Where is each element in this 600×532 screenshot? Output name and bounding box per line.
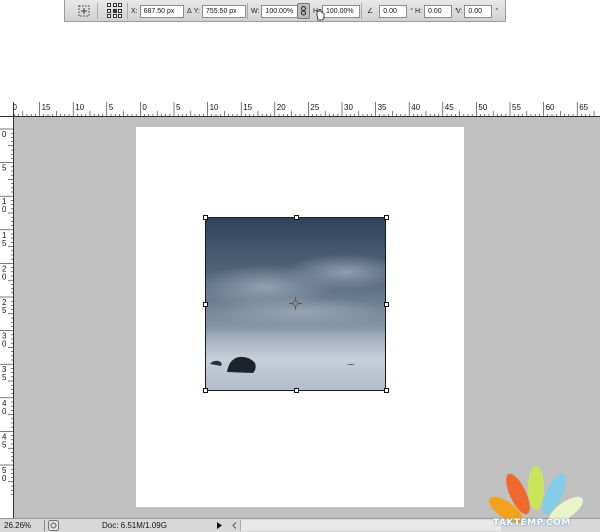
horizontal-scrollbar[interactable] xyxy=(240,520,501,531)
rotate-degree-unit: ° xyxy=(410,7,414,15)
ruler-origin[interactable] xyxy=(0,102,14,117)
transform-handle-middle-left[interactable] xyxy=(203,302,208,307)
ruler-left-label: 5 xyxy=(2,306,7,315)
ruler-top-label: 15 xyxy=(243,103,252,112)
ruler-top-label: 5 xyxy=(176,103,181,112)
ruler-left-label: 5 xyxy=(2,440,7,449)
ruler-top-label: 15 xyxy=(42,103,51,112)
link-icon[interactable] xyxy=(297,3,310,19)
vertical-ruler[interactable]: 05101520253035404550 xyxy=(0,117,14,518)
separator xyxy=(127,3,128,19)
horizontal-ruler[interactable]: 101510505101520253035404550556065 xyxy=(0,102,600,117)
ruler-top-label: 65 xyxy=(579,103,588,112)
transform-handle-top-right[interactable] xyxy=(384,215,389,220)
ruler-top-label: 10 xyxy=(75,103,84,112)
ruler-top-label: 45 xyxy=(445,103,454,112)
rotate-icon: ∠ xyxy=(367,8,374,15)
skew-v-field[interactable]: 0.00 xyxy=(464,4,493,18)
ruler-top-label: 25 xyxy=(310,103,319,112)
delta-icon: Δ xyxy=(187,7,192,15)
ruler-left-label: 5 xyxy=(2,239,7,248)
move-tool-icon[interactable] xyxy=(77,4,91,18)
rotate-field[interactable]: 0.00 xyxy=(379,4,408,18)
ruler-top-label: 0 xyxy=(142,103,147,112)
ruler-top-label: 35 xyxy=(378,103,387,112)
y-position-field[interactable]: 755.50 px xyxy=(201,4,246,18)
transform-handle-bottom-right[interactable] xyxy=(384,388,389,393)
transform-options-bar: X: 687.50 px Δ Y: 755.50 px W: 100.00% H… xyxy=(64,0,506,22)
ruler-left-label: 0 xyxy=(2,130,7,139)
ruler-top-label: 40 xyxy=(411,103,420,112)
document-size: Doc: 6.51M/1.09G xyxy=(102,521,167,530)
ruler-left-label: 0 xyxy=(2,272,7,281)
ruler-top-label: 10 xyxy=(210,103,219,112)
x-label: X: xyxy=(131,7,138,15)
ruler-top-label: 5 xyxy=(109,103,114,112)
separator xyxy=(44,520,45,531)
ruler-top-label: 20 xyxy=(277,103,286,112)
height-percent-field[interactable]: 100.00% xyxy=(322,4,360,18)
ruler-top-label: 30 xyxy=(344,103,353,112)
transform-handle-top-center[interactable] xyxy=(294,215,299,220)
ruler-top-label: 55 xyxy=(512,103,521,112)
ruler-top-label: 50 xyxy=(478,103,487,112)
watermark-text: TAKTEMP.COM xyxy=(493,518,571,528)
w-label: W: xyxy=(251,7,260,15)
transform-handle-middle-right[interactable] xyxy=(384,302,389,307)
ruler-top-label: 60 xyxy=(546,103,555,112)
zoom-level[interactable]: 26.26% xyxy=(4,521,31,530)
ruler-left-label: 0 xyxy=(2,474,7,483)
skew-v-label: V: xyxy=(456,7,463,15)
skew-v-degree-unit: ° xyxy=(495,7,499,15)
scroll-left-icon[interactable] xyxy=(230,521,239,530)
x-position-field[interactable]: 687.50 px xyxy=(139,4,184,18)
separator xyxy=(361,3,362,19)
ruler-left-label: 0 xyxy=(2,407,7,416)
ruler-left-label: 0 xyxy=(2,205,7,214)
ruler-left-label: 5 xyxy=(2,164,7,173)
skew-h-field[interactable]: 0.00 xyxy=(424,4,452,18)
transform-handle-top-left[interactable] xyxy=(203,215,208,220)
skew-h-label: H: xyxy=(415,7,422,15)
separator xyxy=(247,3,248,19)
width-percent-field[interactable]: 100.00% xyxy=(261,4,300,18)
transform-handle-bottom-center[interactable] xyxy=(294,388,299,393)
document-profile-icon[interactable] xyxy=(48,520,59,531)
pivot-crosshair-icon[interactable] xyxy=(289,297,302,310)
ruler-left-label: 0 xyxy=(2,340,7,349)
status-menu-arrow-icon[interactable] xyxy=(215,521,224,530)
transform-handle-bottom-left[interactable] xyxy=(203,388,208,393)
separator xyxy=(97,3,98,19)
y-label: Y: xyxy=(193,7,200,15)
hand-cursor-icon xyxy=(316,9,325,21)
reference-point-icon[interactable] xyxy=(107,3,123,19)
ruler-left-label: 5 xyxy=(2,373,7,382)
